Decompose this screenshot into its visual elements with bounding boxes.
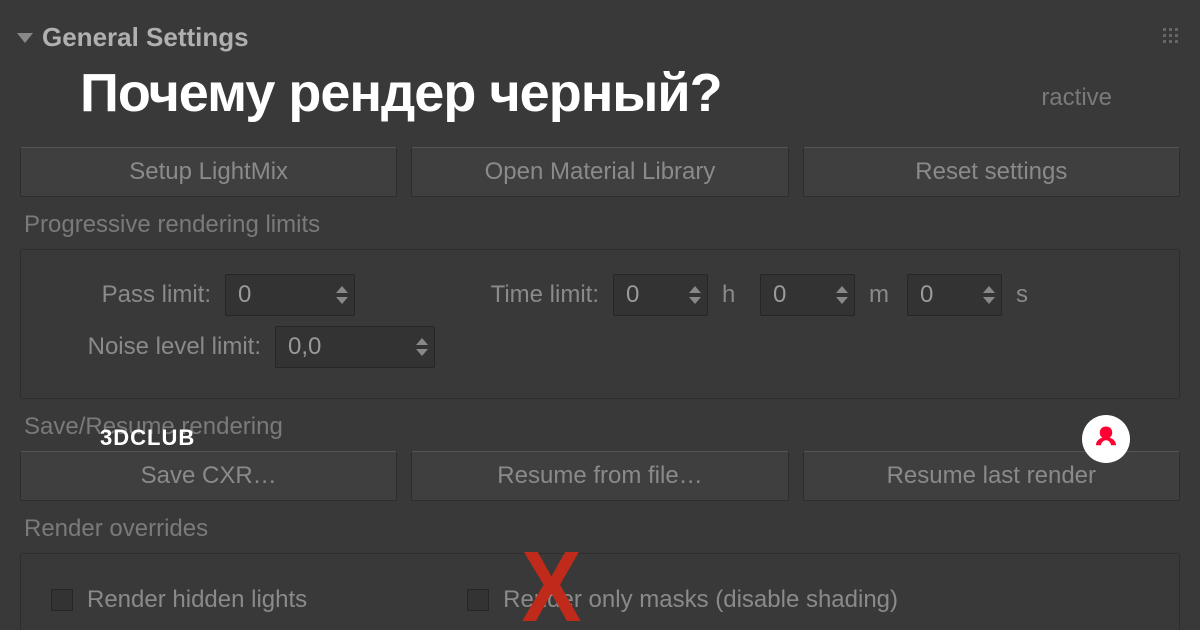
time-s-input[interactable]: [920, 281, 950, 309]
open-material-library-button[interactable]: Open Material Library: [411, 147, 788, 197]
spinner-arrows-icon[interactable]: [689, 286, 701, 304]
spinner-arrows-icon[interactable]: [336, 286, 348, 304]
zen-badge-icon[interactable]: [1082, 415, 1130, 463]
unit-m: m: [869, 281, 893, 309]
save-resume-row: Save CXR… Resume from file… Resume last …: [20, 451, 1180, 501]
time-m-input[interactable]: [773, 281, 803, 309]
noise-limit-spinner[interactable]: [275, 326, 435, 368]
noise-limit-label: Noise level limit:: [41, 333, 261, 361]
overrides-fieldset: Render hidden lights Render only masks (…: [20, 553, 1180, 630]
resume-from-file-button[interactable]: Resume from file…: [411, 451, 788, 501]
progressive-title: Progressive rendering limits: [24, 211, 1180, 239]
time-limit-label: Time limit:: [369, 281, 599, 309]
reset-settings-button[interactable]: Reset settings: [803, 147, 1180, 197]
render-overrides-title: Render overrides: [24, 515, 1180, 543]
pass-limit-spinner[interactable]: [225, 274, 355, 316]
save-cxr-button[interactable]: Save CXR…: [20, 451, 397, 501]
drag-grip-icon[interactable]: [1163, 28, 1178, 43]
section-header[interactable]: General Settings: [20, 10, 1180, 65]
render-hidden-lights-label: Render hidden lights: [87, 586, 307, 614]
buttons-row-2: Setup LightMix Open Material Library Res…: [20, 147, 1180, 197]
partial-button-text: ractive: [1041, 84, 1112, 112]
render-only-masks-label: Render only masks (disable shading): [503, 586, 898, 614]
spinner-arrows-icon[interactable]: [836, 286, 848, 304]
pass-limit-input[interactable]: [238, 281, 288, 309]
time-h-spinner[interactable]: [613, 274, 708, 316]
spinner-arrows-icon[interactable]: [416, 338, 428, 356]
render-only-masks-row[interactable]: Render only masks (disable shading): [467, 586, 898, 614]
render-only-masks-checkbox[interactable]: [467, 589, 489, 611]
spinner-arrows-icon[interactable]: [983, 286, 995, 304]
time-h-input[interactable]: [626, 281, 656, 309]
noise-limit-input[interactable]: [288, 333, 358, 361]
settings-panel: General Settings ractive Почему рендер ч…: [0, 0, 1200, 630]
setup-lightmix-button[interactable]: Setup LightMix: [20, 147, 397, 197]
watermark-text: 3DCLUB: [100, 425, 195, 451]
unit-h: h: [722, 281, 746, 309]
progressive-fieldset: Pass limit: Time limit: h m s No: [20, 249, 1180, 399]
unit-s: s: [1016, 281, 1040, 309]
collapse-triangle-icon: [17, 33, 33, 43]
time-m-spinner[interactable]: [760, 274, 855, 316]
pass-limit-label: Pass limit:: [41, 281, 211, 309]
render-hidden-lights-row[interactable]: Render hidden lights: [51, 586, 307, 614]
render-hidden-lights-checkbox[interactable]: [51, 589, 73, 611]
save-resume-title: Save/Resume rendering: [24, 413, 1180, 441]
time-s-spinner[interactable]: [907, 274, 1002, 316]
resume-last-render-button[interactable]: Resume last render: [803, 451, 1180, 501]
section-title: General Settings: [42, 22, 249, 53]
overlay-headline: Почему рендер черный?: [80, 62, 722, 124]
